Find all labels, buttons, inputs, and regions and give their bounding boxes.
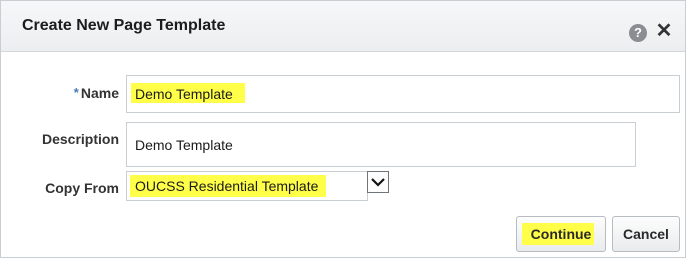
cancel-button[interactable]: Cancel [612,216,680,252]
create-page-template-dialog: Create New Page Template ? ✕ *Name Descr… [0,0,686,258]
dialog-title: Create New Page Template [22,17,226,34]
cancel-label: Cancel [623,226,669,242]
required-marker: * [73,85,79,100]
close-icon[interactable]: ✕ [655,20,673,42]
chevron-down-icon [371,178,385,187]
copy-from-select[interactable]: OUCSS Residential Template [126,171,368,201]
description-input[interactable] [126,122,636,167]
help-icon[interactable]: ? [629,24,647,42]
dialog-titlebar: Create New Page Template ? ✕ [1,1,685,52]
name-label: * Name [73,85,119,101]
continue-button[interactable]: Continue [516,216,606,252]
continue-label: Continue [530,226,592,242]
name-input[interactable] [126,75,680,113]
description-label: Description [41,131,119,147]
copy-from-label: Copy From [45,180,119,196]
copy-from-dropdown-button[interactable] [367,171,389,193]
copy-from-value: OUCSS Residential Template [135,178,319,194]
